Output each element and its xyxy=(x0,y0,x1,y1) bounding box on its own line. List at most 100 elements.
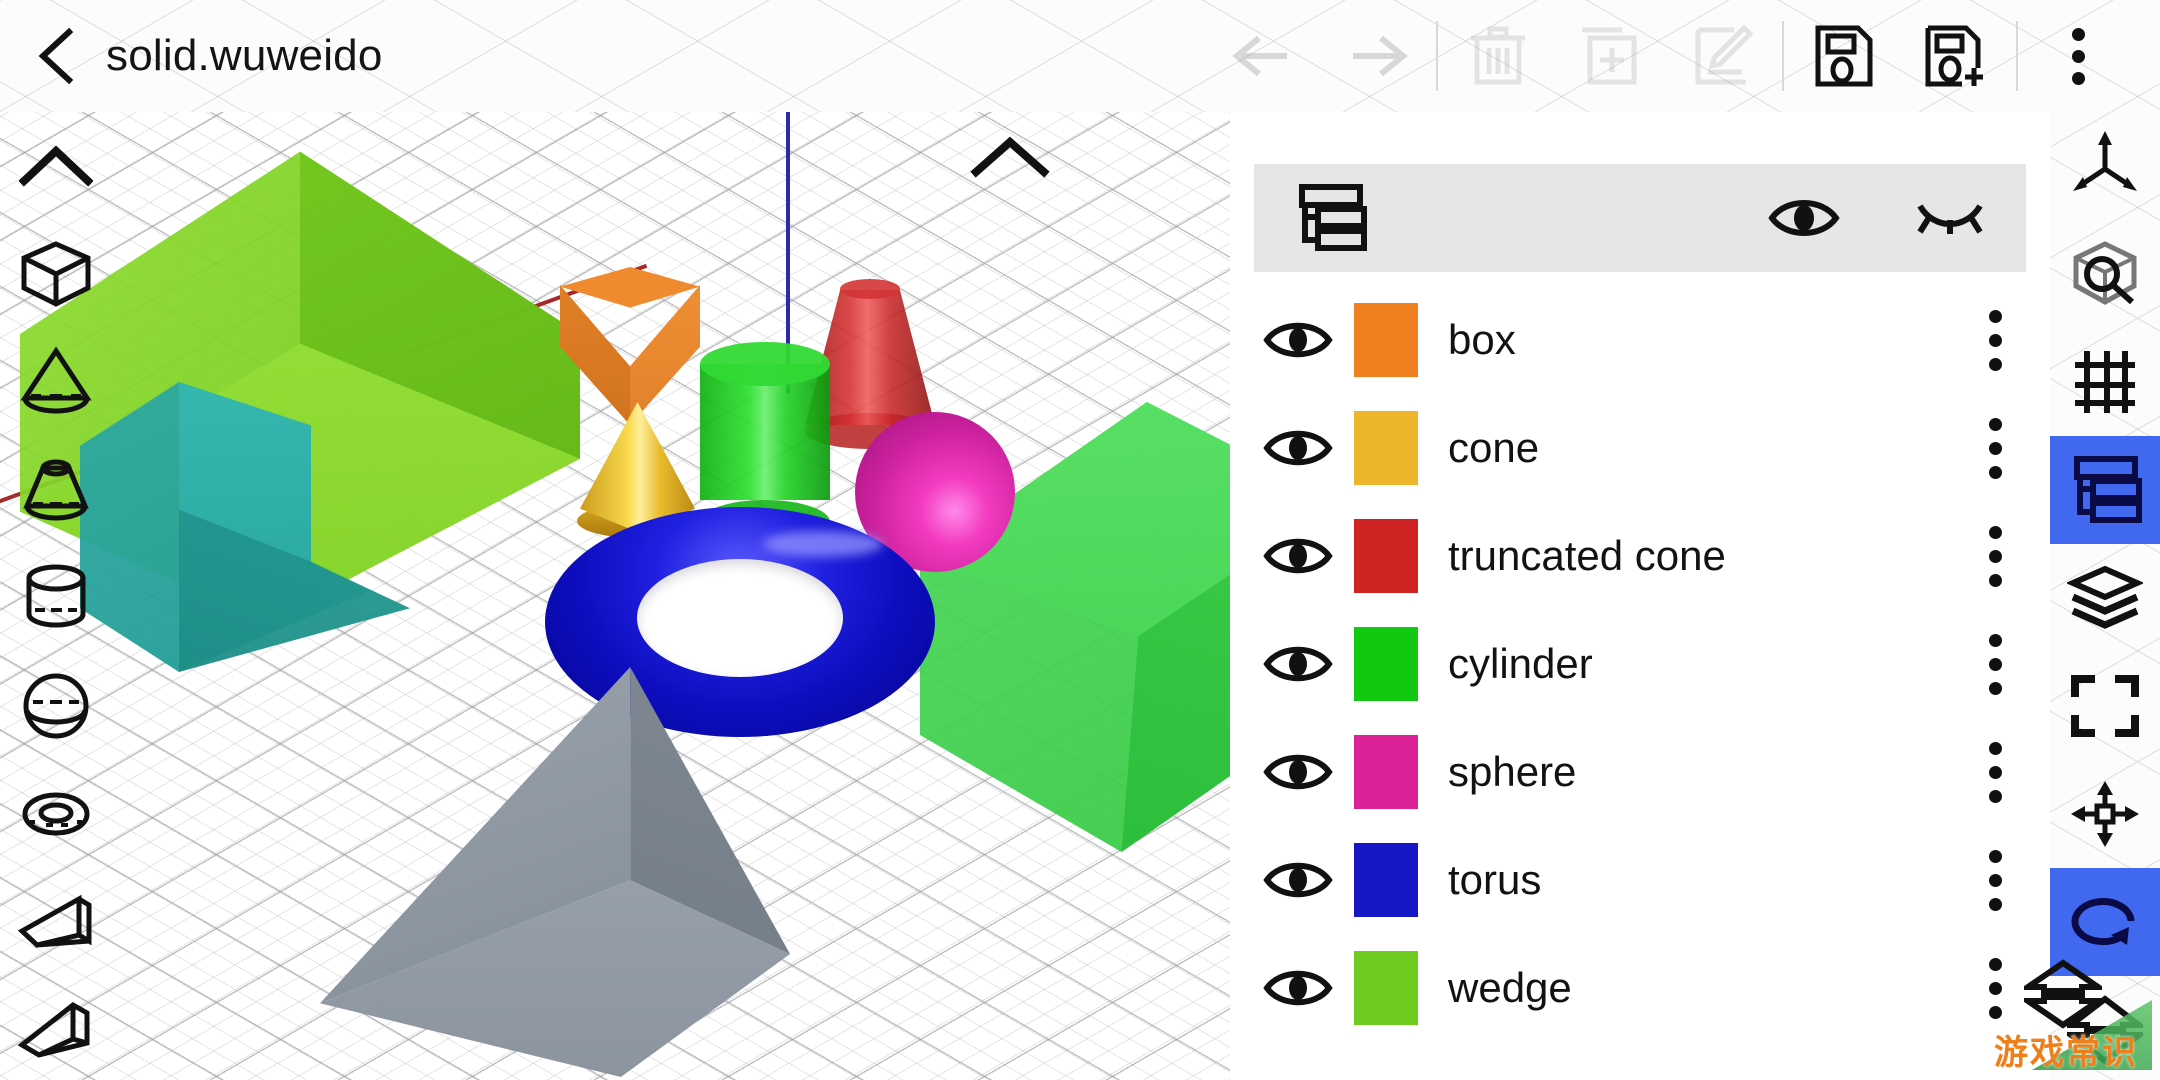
trash-icon xyxy=(1471,26,1525,85)
show-all-eye-open-icon[interactable] xyxy=(1768,194,1840,242)
flip-button[interactable] xyxy=(2050,976,2160,1080)
rotate-button[interactable] xyxy=(2050,868,2160,976)
scene-object-cylinder[interactable] xyxy=(700,342,830,544)
cube-icon xyxy=(21,241,91,307)
scene-object-wedge-teal[interactable] xyxy=(80,382,410,672)
object-kebab-menu-icon[interactable] xyxy=(1960,633,2030,695)
arrow-right-icon xyxy=(1353,35,1408,77)
object-color-swatch[interactable] xyxy=(1354,843,1418,917)
object-kebab-menu-icon[interactable] xyxy=(1960,849,2030,911)
page-title: solid.wuweido xyxy=(106,31,383,80)
object-list-item[interactable]: torus xyxy=(1230,826,2050,934)
document-pencil-icon xyxy=(1695,24,1754,85)
layers-button[interactable] xyxy=(2050,544,2160,652)
object-color-swatch[interactable] xyxy=(1354,735,1418,809)
truncated-cone-icon xyxy=(23,459,89,521)
tool-wedge-button[interactable] xyxy=(1,868,111,976)
more-menu-button[interactable] xyxy=(2022,0,2134,112)
3d-viewport[interactable] xyxy=(0,112,1230,1080)
new-object-button[interactable] xyxy=(1554,0,1666,112)
edit-button[interactable] xyxy=(1666,0,1778,112)
scene-object-pyramid[interactable] xyxy=(320,667,790,1077)
toolbar-divider xyxy=(1782,21,1784,91)
toolbar-divider xyxy=(1436,21,1438,91)
object-label: box xyxy=(1448,316,1516,363)
tree-list-icon xyxy=(1292,181,1368,255)
object-label: wedge xyxy=(1448,964,1572,1011)
hide-all-eye-closed-icon[interactable] xyxy=(1912,194,1988,242)
eye-open-icon[interactable] xyxy=(1260,317,1336,363)
face xyxy=(700,342,830,386)
cone-icon xyxy=(20,346,92,414)
left-tool-rail xyxy=(0,112,112,1080)
sphere-icon xyxy=(23,673,89,739)
torus-icon xyxy=(22,792,90,836)
eye-open-icon[interactable] xyxy=(1260,857,1336,903)
delete-button[interactable] xyxy=(1442,0,1554,112)
tool-ramp-button[interactable] xyxy=(1,976,111,1080)
save-button[interactable] xyxy=(1788,0,1900,112)
arrow-left-icon xyxy=(1232,35,1287,77)
floppy-save-plus-icon xyxy=(1925,25,1983,87)
object-label: torus xyxy=(1448,856,1542,903)
pan-button[interactable] xyxy=(2050,760,2160,868)
toolbar-divider xyxy=(2016,21,2018,91)
object-list-item[interactable]: truncated cone xyxy=(1230,502,2050,610)
object-list-item[interactable]: cone xyxy=(1230,394,2050,502)
object-list-item[interactable]: cylinder xyxy=(1230,610,2050,718)
eye-open-icon[interactable] xyxy=(1260,425,1336,471)
top-toolbar: solid.wuweido xyxy=(0,0,2160,112)
object-tree-panel: box cone truncated cone cylinder sphere torus… xyxy=(1230,112,2050,1080)
object-list-item[interactable]: wedge xyxy=(1230,934,2050,1042)
object-color-swatch[interactable] xyxy=(1354,303,1418,377)
object-kebab-menu-icon[interactable] xyxy=(1960,741,2030,803)
undo-button[interactable] xyxy=(1208,0,1320,112)
inspect-button[interactable] xyxy=(2050,220,2160,328)
object-tree-button[interactable] xyxy=(2050,436,2160,544)
grid-icon xyxy=(2075,351,2135,413)
object-kebab-menu-icon[interactable] xyxy=(1960,957,2030,1019)
object-color-swatch[interactable] xyxy=(1354,627,1418,701)
object-kebab-menu-icon[interactable] xyxy=(1960,309,2030,371)
document-plus-icon xyxy=(1582,27,1637,85)
save-as-button[interactable] xyxy=(1900,0,2012,112)
wedge-icon xyxy=(17,894,92,948)
back-chevron-icon[interactable] xyxy=(34,28,80,84)
tool-cone-button[interactable] xyxy=(1,328,111,436)
object-kebab-menu-icon[interactable] xyxy=(1960,417,2030,479)
left-rail-collapse-button[interactable] xyxy=(1,112,111,220)
object-label: cylinder xyxy=(1448,640,1593,687)
object-kebab-menu-icon[interactable] xyxy=(1960,525,2030,587)
object-list-item[interactable]: sphere xyxy=(1230,718,2050,826)
view-axes-button[interactable] xyxy=(2050,112,2160,220)
object-color-swatch[interactable] xyxy=(1354,411,1418,485)
object-list: box cone truncated cone cylinder sphere torus… xyxy=(1230,286,2050,1042)
viewport-collapse-chevron-up-icon[interactable] xyxy=(970,132,1050,182)
eye-open-icon[interactable] xyxy=(1260,965,1336,1011)
tool-cylinder-button[interactable] xyxy=(1,544,111,652)
tool-torus-button[interactable] xyxy=(1,760,111,868)
tool-truncated-cone-button[interactable] xyxy=(1,436,111,544)
fit-screen-button[interactable] xyxy=(2050,652,2160,760)
eye-open-icon[interactable] xyxy=(1260,533,1336,579)
rotate-arrow-icon xyxy=(2071,898,2135,946)
redo-button[interactable] xyxy=(1320,0,1432,112)
object-label: truncated cone xyxy=(1448,532,1726,579)
object-list-item[interactable]: box xyxy=(1230,286,2050,394)
object-label: sphere xyxy=(1448,748,1577,795)
face xyxy=(763,531,883,557)
object-color-swatch[interactable] xyxy=(1354,519,1418,593)
tree-list-icon xyxy=(2074,456,2142,523)
tool-box-button[interactable] xyxy=(1,220,111,328)
cube-search-icon xyxy=(2073,241,2137,305)
object-color-swatch[interactable] xyxy=(1354,951,1418,1025)
eye-open-icon[interactable] xyxy=(1260,749,1336,795)
eye-open-icon[interactable] xyxy=(1260,641,1336,687)
object-tree-panel-header xyxy=(1254,164,2026,272)
face xyxy=(637,559,843,677)
grid-button[interactable] xyxy=(2050,328,2160,436)
chevron-up-icon xyxy=(19,145,93,187)
tool-sphere-button[interactable] xyxy=(1,652,111,760)
floppy-save-icon xyxy=(1815,25,1873,87)
object-label: cone xyxy=(1448,424,1540,471)
